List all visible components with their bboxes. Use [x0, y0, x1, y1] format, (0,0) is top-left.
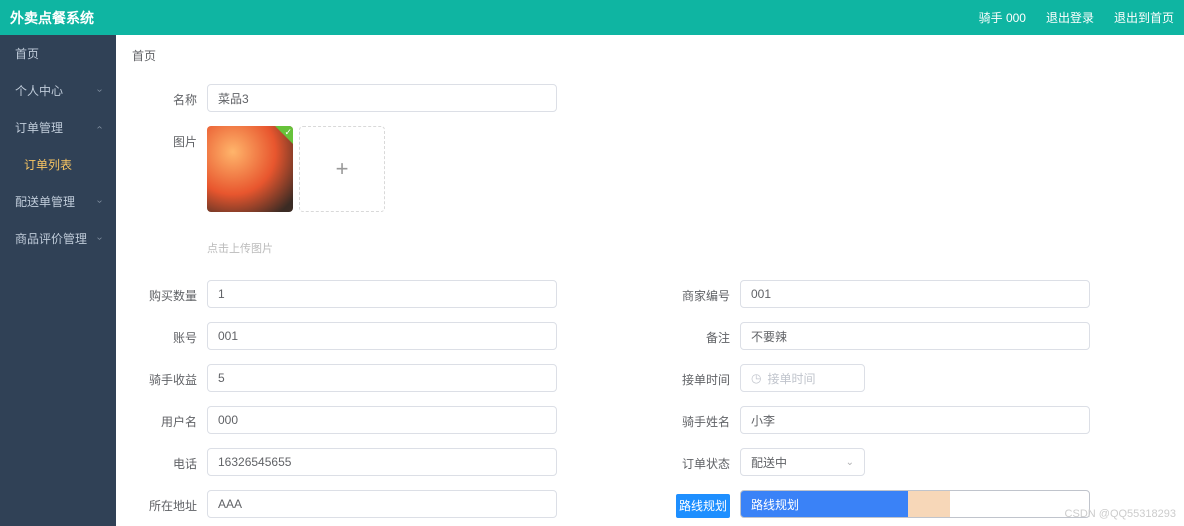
rider-income-label: 骑手收益 — [132, 364, 197, 388]
logout-link[interactable]: 退出登录 — [1046, 9, 1094, 26]
rider-income-input[interactable] — [207, 364, 557, 392]
check-icon — [275, 126, 293, 144]
username-label: 用户名 — [132, 406, 197, 430]
qty-input[interactable] — [207, 280, 557, 308]
main-content: 首页 名称 图片 + 点击上传图片 — [116, 35, 1184, 526]
header-right: 骑手 000 退出登录 退出到首页 — [979, 9, 1174, 26]
username-input[interactable] — [207, 406, 557, 434]
merchant-id-input[interactable] — [740, 280, 1090, 308]
name-label: 名称 — [132, 84, 197, 108]
app-title: 外卖点餐系统 — [10, 8, 94, 28]
phone-label: 电话 — [132, 448, 197, 472]
accept-time-label: 接单时间 — [665, 364, 730, 388]
name-input[interactable] — [207, 84, 557, 112]
order-status-label: 订单状态 — [665, 448, 730, 472]
sidebar-subitem-order-list[interactable]: 订单列表 — [0, 146, 116, 183]
order-status-select[interactable]: 配送中 ⌄ — [740, 448, 865, 476]
sidebar-item-label: 配送单管理 — [15, 193, 75, 210]
sidebar-item-label: 个人中心 — [15, 82, 63, 99]
address-label: 所在地址 — [132, 490, 197, 514]
route-input[interactable] — [740, 490, 1090, 518]
rider-info[interactable]: 骑手 000 — [979, 9, 1026, 26]
rider-name-label: 骑手姓名 — [665, 406, 730, 430]
sidebar-item-label: 订单管理 — [15, 119, 63, 136]
rider-name-input[interactable] — [740, 406, 1090, 434]
sidebar-item-profile[interactable]: 个人中心 — [0, 72, 116, 109]
sidebar-item-label: 首页 — [15, 45, 39, 62]
order-status-value: 配送中 — [751, 454, 787, 471]
sidebar: 首页 个人中心 订单管理 订单列表 配送单管理 商品评价管理 — [0, 35, 116, 526]
plus-icon: + — [336, 156, 349, 182]
clock-icon: ◷ — [751, 371, 761, 385]
address-input[interactable] — [207, 490, 557, 518]
remark-label: 备注 — [665, 322, 730, 346]
sidebar-item-delivery[interactable]: 配送单管理 — [0, 183, 116, 220]
chevron-down-icon: ⌄ — [846, 457, 854, 468]
image-label: 图片 — [132, 126, 197, 150]
top-header: 外卖点餐系统 骑手 000 退出登录 退出到首页 — [0, 0, 1184, 35]
sidebar-item-review[interactable]: 商品评价管理 — [0, 220, 116, 257]
sidebar-item-home[interactable]: 首页 — [0, 35, 116, 72]
qty-label: 购买数量 — [132, 280, 197, 304]
phone-input[interactable] — [207, 448, 557, 476]
upload-hint: 点击上传图片 — [207, 240, 385, 256]
breadcrumb: 首页 — [132, 47, 1168, 64]
sidebar-item-label: 商品评价管理 — [15, 230, 87, 247]
accept-time-placeholder: 接单时间 — [767, 370, 815, 387]
upload-add-button[interactable]: + — [299, 126, 385, 212]
image-upload-area: + 点击上传图片 — [207, 126, 385, 266]
exit-home-link[interactable]: 退出到首页 — [1114, 9, 1174, 26]
image-preview[interactable] — [207, 126, 293, 212]
route-label: 路线规划 — [665, 490, 730, 514]
account-input[interactable] — [207, 322, 557, 350]
account-label: 账号 — [132, 322, 197, 346]
remark-input[interactable] — [740, 322, 1090, 350]
merchant-id-label: 商家编号 — [665, 280, 730, 304]
accept-time-input[interactable]: ◷ 接单时间 — [740, 364, 865, 392]
sidebar-item-orders[interactable]: 订单管理 — [0, 109, 116, 146]
